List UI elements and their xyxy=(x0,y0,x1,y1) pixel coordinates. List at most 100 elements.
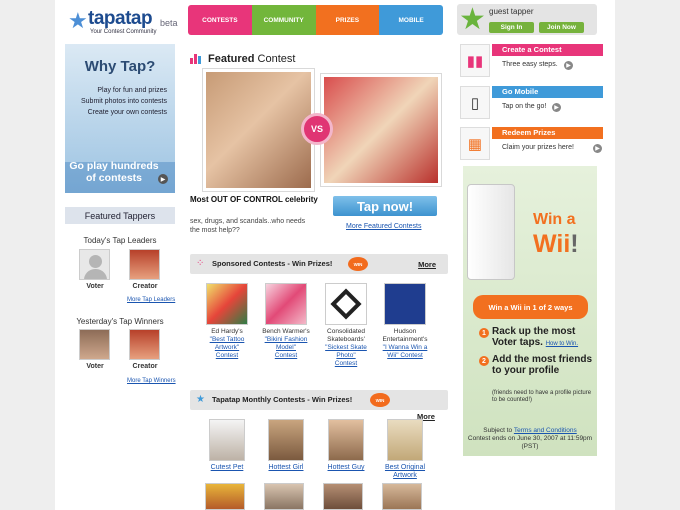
monthly-heading: Tapatap Monthly Contests - Win Prizes! xyxy=(212,395,353,404)
monthly-thumb[interactable] xyxy=(382,483,422,510)
how-to-win-link[interactable]: How to Win. xyxy=(546,341,578,347)
star-logo-icon: ★ xyxy=(68,8,88,33)
avatar[interactable] xyxy=(79,329,110,360)
bench-warmer-image xyxy=(265,283,307,325)
avatar-label: Creator xyxy=(132,363,158,370)
win-a-text: Win a xyxy=(533,211,576,228)
guest-panel: ★ guest tapper Sign In Join Now xyxy=(457,3,597,36)
go-mobile-text: Tap on the go! xyxy=(502,103,547,110)
logo-tagline: Your Contest Community xyxy=(90,29,157,35)
wii-text: Wii! xyxy=(533,230,579,258)
avatar[interactable] xyxy=(79,249,110,280)
avatar[interactable] xyxy=(129,329,160,360)
green-star-icon: ★ xyxy=(459,3,486,36)
create-contest-text: Three easy steps. xyxy=(502,61,558,68)
nav-mobile[interactable]: MOBILE xyxy=(379,5,443,35)
sponsored-item[interactable]: Bench Warmer's "Bikini Fashion Model" Co… xyxy=(258,283,314,360)
monthly-item[interactable]: Best Original Artwork xyxy=(377,419,433,480)
arrow-right-icon[interactable]: ▶ xyxy=(564,61,573,70)
logo-beta: beta xyxy=(160,18,178,28)
avatar-label: Voter xyxy=(86,283,104,290)
more-tap-winners-link[interactable]: More Tap Winners xyxy=(127,378,176,384)
arrow-right-icon[interactable]: ▶ xyxy=(593,144,602,153)
vs-badge: VS xyxy=(301,113,333,145)
phone-icon: ▯ xyxy=(460,86,490,119)
arrow-right-icon[interactable]: ▶ xyxy=(552,103,561,112)
create-contest-title[interactable]: Create a Contest xyxy=(492,44,603,56)
star-icon: ★ xyxy=(196,394,205,405)
why-tap-line: Play for fun and prizes xyxy=(97,87,167,94)
hudson-logo xyxy=(384,283,426,325)
why-tap-panel[interactable]: Why Tap? Play for fun and prizes Submit … xyxy=(65,44,175,193)
avatar[interactable] xyxy=(129,249,160,280)
nav-prizes[interactable]: PRIZES xyxy=(315,5,380,35)
main-nav: CONTESTS COMMUNITY PRIZES MOBILE xyxy=(188,5,443,35)
arrow-right-icon[interactable]: ▶ xyxy=(158,174,168,184)
contest-entry-left[interactable] xyxy=(202,68,315,192)
guest-name: guest tapper xyxy=(489,7,534,16)
win-ways-banner: Win a Wii in 1 of 2 ways xyxy=(473,295,588,319)
featured-contest-title: Featured Contest xyxy=(208,53,296,65)
ed-hardy-image xyxy=(206,283,248,325)
monthly-thumb[interactable] xyxy=(205,483,245,510)
why-tap-line: Create your own contests xyxy=(87,109,167,116)
yesterday-winners-heading: Yesterday's Tap Winners xyxy=(76,317,164,326)
step-number: 2 xyxy=(479,356,489,366)
contest-subcaption: sex, drugs, and scandals..who needs the … xyxy=(190,218,306,234)
go-mobile-title[interactable]: Go Mobile xyxy=(492,86,603,98)
cutest-pet-image xyxy=(209,419,245,461)
today-leaders-heading: Today's Tap Leaders xyxy=(83,236,157,245)
avatar-label: Voter xyxy=(86,363,104,370)
why-tap-cta[interactable]: Go play hundreds of contests xyxy=(69,160,159,184)
wii-console-image xyxy=(467,184,515,280)
join-now-button[interactable]: Join Now xyxy=(539,22,584,33)
nav-community[interactable]: COMMUNITY xyxy=(251,5,316,35)
step-two: Add the most friends to your profile xyxy=(492,354,593,376)
redeem-prizes-box[interactable]: ▦ Redeem Prizes Claim your prizes here! … xyxy=(460,127,603,160)
sponsored-heading: Sponsored Contests - Win Prizes! xyxy=(212,259,333,268)
step-number: 1 xyxy=(479,328,489,338)
why-tap-heading: Why Tap? xyxy=(84,58,156,75)
hottest-girl-image xyxy=(268,419,304,461)
hottest-guy-image xyxy=(328,419,364,461)
terms-text: Subject to Terms and Conditions Contest … xyxy=(467,427,593,450)
monthly-item[interactable]: Cutest Pet xyxy=(199,419,255,472)
avatar-label: Creator xyxy=(132,283,158,290)
monthly-contests-bar: ★ Tapatap Monthly Contests - Win Prizes!… xyxy=(190,390,448,410)
nav-contests[interactable]: CONTESTS xyxy=(188,5,252,35)
bar-chart-icon xyxy=(190,52,204,64)
monthly-item[interactable]: Hottest Girl xyxy=(258,419,314,472)
consolidated-logo xyxy=(325,283,367,325)
contest-caption: Most OUT OF CONTROL celebrity xyxy=(190,195,318,204)
tapatap-logo[interactable]: ★ tapatap beta Your Contest Community xyxy=(68,6,180,40)
create-contest-box[interactable]: ▮▮ Create a Contest Three easy steps. ▶ xyxy=(460,44,603,77)
prize-badge-icon: WIN xyxy=(370,393,390,407)
tap-now-button[interactable]: Tap now! xyxy=(333,196,437,216)
monthly-thumb[interactable] xyxy=(264,483,304,510)
more-featured-contests-link[interactable]: More Featured Contests xyxy=(346,223,421,230)
monthly-item[interactable]: Hottest Guy xyxy=(318,419,374,472)
terms-link[interactable]: Terms and Conditions xyxy=(514,427,577,434)
best-artwork-image xyxy=(387,419,423,461)
contest-entry-right[interactable] xyxy=(320,73,442,187)
logo-name: tapatap xyxy=(88,8,153,29)
sponsored-item[interactable]: Consolidated Skateboards' "Sickest Skate… xyxy=(318,283,374,368)
more-tap-leaders-link[interactable]: More Tap Leaders xyxy=(127,297,175,303)
sponsored-more-link[interactable]: More xyxy=(418,260,436,269)
sponsored-contests-bar: ⁘ Sponsored Contests - Win Prizes! WIN M… xyxy=(190,254,448,274)
sponsored-item[interactable]: Hudson Entertainment's "I Wanna Win a Wi… xyxy=(377,283,433,360)
why-tap-line: Submit photos into contests xyxy=(81,98,167,105)
go-mobile-box[interactable]: ▯ Go Mobile Tap on the go! ▶ xyxy=(460,86,603,119)
sponsored-item[interactable]: Ed Hardy's "Best Tattoo Artwork" Contest xyxy=(199,283,255,360)
step-one: Rack up the most Voter taps. How to Win. xyxy=(492,326,579,348)
sign-in-button[interactable]: Sign In xyxy=(489,22,534,33)
redeem-prizes-title[interactable]: Redeem Prizes xyxy=(492,127,603,139)
bar-chart-icon: ▮▮ xyxy=(460,44,490,77)
monthly-thumb[interactable] xyxy=(323,483,363,510)
prize-badge-icon: WIN xyxy=(348,257,368,271)
redeem-prizes-text: Claim your prizes here! xyxy=(502,144,574,151)
step-two-note: (friends need to have a profile picture … xyxy=(492,390,592,403)
gift-icon: ▦ xyxy=(460,127,490,160)
grid-dots-icon: ⁘ xyxy=(196,258,205,269)
win-a-wii-panel[interactable]: Win a Wii! Win a Wii in 1 of 2 ways 1 Ra… xyxy=(463,166,597,456)
